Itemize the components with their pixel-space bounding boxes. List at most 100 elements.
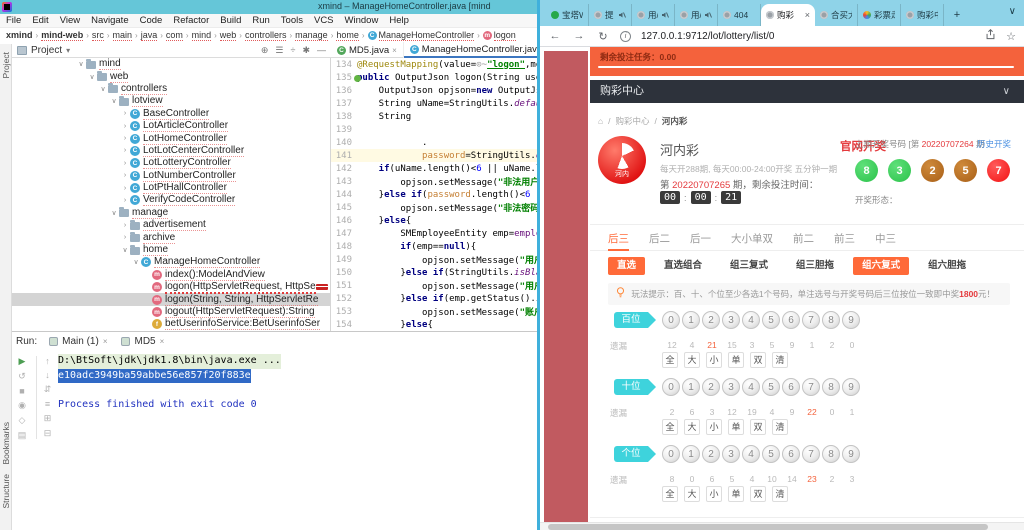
home-icon[interactable]: ⌂ (598, 116, 603, 126)
tree-chevron-icon[interactable]: ∨ (87, 73, 97, 81)
number-ball[interactable]: 9 (842, 311, 860, 329)
tree-item[interactable]: ∨mind (12, 58, 330, 70)
menu-code[interactable]: Code (140, 15, 163, 26)
run-gutter-icon[interactable] (354, 75, 361, 82)
number-ball[interactable]: 4 (742, 445, 760, 463)
number-ball[interactable]: 3 (722, 378, 740, 396)
tab-close-icon[interactable]: × (103, 337, 108, 346)
breadcrumb-item[interactable]: mlogon (483, 30, 516, 41)
breadcrumb-item[interactable]: xmind (6, 30, 33, 40)
quick-button[interactable]: 单 (728, 352, 744, 368)
tree-item[interactable]: ›CLotNumberController (12, 170, 330, 182)
tree-chevron-icon[interactable]: › (120, 110, 130, 117)
quick-button[interactable]: 大 (684, 352, 700, 368)
breadcrumb-item[interactable]: CManageHomeController (368, 30, 475, 41)
number-ball[interactable]: 2 (702, 445, 720, 463)
locate-icon[interactable]: ⊕ (261, 45, 269, 56)
number-ball[interactable]: 5 (762, 445, 780, 463)
breadcrumb-item[interactable]: 购彩中心 (616, 115, 650, 127)
browser-tab[interactable]: 提 (589, 4, 632, 26)
rerun-icon[interactable]: ▶ (19, 356, 26, 367)
project-dropdown-arrow-icon[interactable]: ▾ (66, 46, 70, 55)
new-tab-button[interactable]: + (948, 6, 966, 24)
tree-item[interactable]: ›CLotArticleController (12, 120, 330, 132)
browser-tab[interactable]: 购彩× (761, 4, 815, 26)
editor-tab[interactable]: CManageHomeController.java× (404, 42, 537, 58)
history-draws-link[interactable]: 历史开奖 (977, 138, 1011, 150)
number-ball[interactable]: 3 (722, 445, 740, 463)
quick-button[interactable]: 清 (772, 419, 788, 435)
tree-chevron-icon[interactable]: › (120, 160, 130, 167)
run-tab[interactable]: MD5× (121, 336, 164, 347)
number-ball[interactable]: 2 (702, 378, 720, 396)
number-ball[interactable]: 7 (802, 378, 820, 396)
breadcrumb-item[interactable]: com (166, 30, 183, 41)
tool-button-project[interactable]: Project (1, 52, 11, 78)
quick-button[interactable]: 大 (684, 419, 700, 435)
number-ball[interactable]: 1 (682, 378, 700, 396)
play-mode-button[interactable]: 组三复式 (721, 257, 777, 275)
menu-tools[interactable]: Tools (281, 15, 303, 26)
up-stack-trace-icon[interactable]: ↑ (45, 356, 50, 366)
quick-button[interactable]: 小 (706, 419, 722, 435)
editor-tab[interactable]: CMD5.java× (331, 42, 404, 58)
number-ball[interactable]: 0 (662, 445, 680, 463)
back-icon[interactable]: ← (548, 30, 562, 42)
tree-item[interactable]: ›CLotLotCenterController (12, 145, 330, 157)
tree-item[interactable]: ∨home (12, 244, 330, 256)
tree-item[interactable]: fbetUserinfoService:BetUserinfoSer (12, 318, 330, 330)
tree-item[interactable]: ∨manage (12, 207, 330, 219)
code-editor[interactable]: 134@RequestMapping(value=⊙~"logon",metho… (330, 58, 537, 331)
menu-refactor[interactable]: Refactor (173, 15, 209, 26)
hide-panel-icon[interactable]: — (317, 45, 326, 55)
number-ball[interactable]: 4 (742, 378, 760, 396)
play-tab[interactable]: 前二 (793, 229, 814, 251)
tree-item[interactable]: ›archive (12, 231, 330, 243)
tree-chevron-icon[interactable]: › (120, 147, 130, 154)
tree-chevron-icon[interactable]: › (120, 197, 130, 204)
tree-item[interactable]: ∨CManageHomeController (12, 256, 330, 268)
collapse-chevron-icon[interactable]: ∨ (1003, 80, 1010, 103)
scroll-to-end-icon[interactable]: ≡ (45, 399, 50, 409)
quick-button[interactable]: 全 (662, 486, 678, 502)
quick-button[interactable]: 大 (684, 486, 700, 502)
tree-item[interactable]: ›CLotHomeController (12, 132, 330, 144)
tree-chevron-icon[interactable]: ∨ (120, 246, 130, 254)
tree-item[interactable]: mlogout(HttpServletRequest):String (12, 306, 330, 318)
tab-search-chevron-icon[interactable]: ∨ (1009, 6, 1016, 17)
number-ball[interactable]: 4 (742, 311, 760, 329)
expand-all-icon[interactable]: ☰ (275, 45, 283, 56)
tree-item[interactable]: ›CLotLotteryController (12, 157, 330, 169)
tree-item[interactable]: mindex():ModelAndView (12, 269, 330, 281)
number-ball[interactable]: 8 (822, 311, 840, 329)
screenshot-icon[interactable]: ◉ (18, 400, 26, 411)
tree-item[interactable]: ›advertisement (12, 219, 330, 231)
tab-close-icon[interactable]: × (392, 46, 397, 55)
breadcrumb-item[interactable]: web (220, 30, 237, 41)
quick-button[interactable]: 双 (750, 486, 766, 502)
breadcrumb-item[interactable]: java (141, 30, 158, 41)
tree-chevron-icon[interactable]: › (120, 123, 130, 130)
number-ball[interactable]: 6 (782, 378, 800, 396)
tab-close-icon[interactable]: × (805, 10, 810, 20)
quick-button[interactable]: 全 (662, 419, 678, 435)
quick-button[interactable]: 清 (772, 486, 788, 502)
browser-tab[interactable]: 404 (718, 4, 761, 26)
number-ball[interactable]: 1 (682, 311, 700, 329)
stop-icon[interactable]: ■ (19, 386, 24, 396)
menu-edit[interactable]: Edit (32, 15, 48, 26)
tree-chevron-icon[interactable]: › (120, 185, 130, 192)
number-ball[interactable]: 0 (662, 311, 680, 329)
menu-view[interactable]: View (60, 15, 80, 26)
tree-item[interactable]: ∨controllers (12, 83, 330, 95)
play-tab[interactable]: 大小单双 (731, 229, 773, 251)
down-stack-trace-icon[interactable]: ↓ (45, 370, 50, 380)
project-tree[interactable]: ∨mind∨web∨controllers∨lotview›CBaseContr… (12, 58, 330, 331)
quick-button[interactable]: 单 (728, 486, 744, 502)
quick-button[interactable]: 双 (750, 419, 766, 435)
tree-chevron-icon[interactable]: › (120, 135, 130, 142)
quick-button[interactable]: 清 (772, 352, 788, 368)
breadcrumb-item[interactable]: manage (295, 30, 328, 41)
breadcrumb-item[interactable]: src (92, 30, 104, 41)
tree-chevron-icon[interactable]: › (120, 222, 130, 229)
